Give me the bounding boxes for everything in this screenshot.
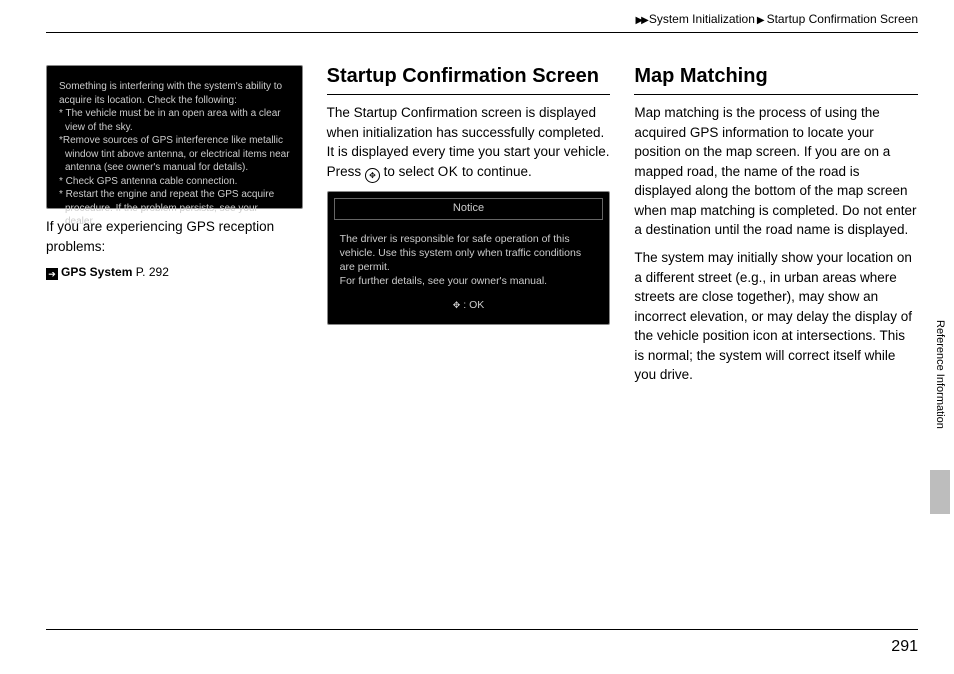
divider (46, 629, 918, 630)
breadcrumb-level1: System Initialization (649, 12, 755, 26)
body-text: to select (380, 164, 438, 179)
gps-caption: If you are experiencing GPS reception pr… (46, 217, 303, 256)
column-1: Something is interfering with the system… (46, 65, 303, 393)
startup-body: The Startup Confirmation screen is displ… (327, 103, 611, 183)
column-3: Map Matching Map matching is the process… (634, 65, 918, 393)
section-title-mapmatching: Map Matching (634, 65, 918, 88)
mapmatching-p1: Map matching is the process of using the… (634, 103, 918, 240)
notice-ok-row: ✥: OK (328, 292, 610, 323)
manual-page: ▶▶System Initialization▶Startup Confirma… (0, 0, 954, 674)
section-title-startup: Startup Confirmation Screen (327, 65, 611, 88)
breadcrumb-arrow-icon: ▶▶ (635, 15, 646, 26)
side-tab-indicator (930, 470, 950, 514)
breadcrumb: ▶▶System Initialization▶Startup Confirma… (46, 12, 918, 32)
screenshot-text: * The vehicle must be in an open area wi… (59, 107, 290, 134)
content-columns: Something is interfering with the system… (46, 65, 918, 393)
joystick-icon: ✥ (453, 300, 461, 310)
breadcrumb-arrow-icon: ▶ (757, 15, 765, 26)
ref-label: GPS System (61, 265, 132, 279)
page-number: 291 (891, 638, 918, 656)
ok-label: OK (438, 164, 459, 179)
notice-ok-text: : OK (463, 299, 484, 311)
screenshot-text: *Remove sources of GPS interference like… (59, 134, 290, 175)
notice-body: The driver is responsible for safe opera… (328, 226, 610, 293)
column-2: Startup Confirmation Screen The Startup … (327, 65, 611, 393)
side-tab-label: Reference Information (934, 320, 946, 429)
link-icon: ➔ (46, 268, 58, 280)
ref-page: P. 292 (136, 265, 169, 279)
divider (634, 94, 918, 95)
cross-reference: ➔GPS System P. 292 (46, 264, 303, 281)
notice-header: Notice (334, 198, 604, 220)
screenshot-text: * Check GPS antenna cable connection. (59, 175, 290, 189)
gps-error-screenshot: Something is interfering with the system… (46, 65, 303, 209)
notice-screenshot: Notice The driver is responsible for saf… (327, 191, 611, 325)
mapmatching-p2: The system may initially show your locat… (634, 248, 918, 385)
divider (46, 32, 918, 33)
breadcrumb-level2: Startup Confirmation Screen (767, 12, 918, 26)
body-text: to continue. (458, 164, 532, 179)
divider (327, 94, 611, 95)
joystick-icon: ✥ (365, 168, 380, 183)
screenshot-text: Something is interfering with the system… (59, 80, 290, 107)
